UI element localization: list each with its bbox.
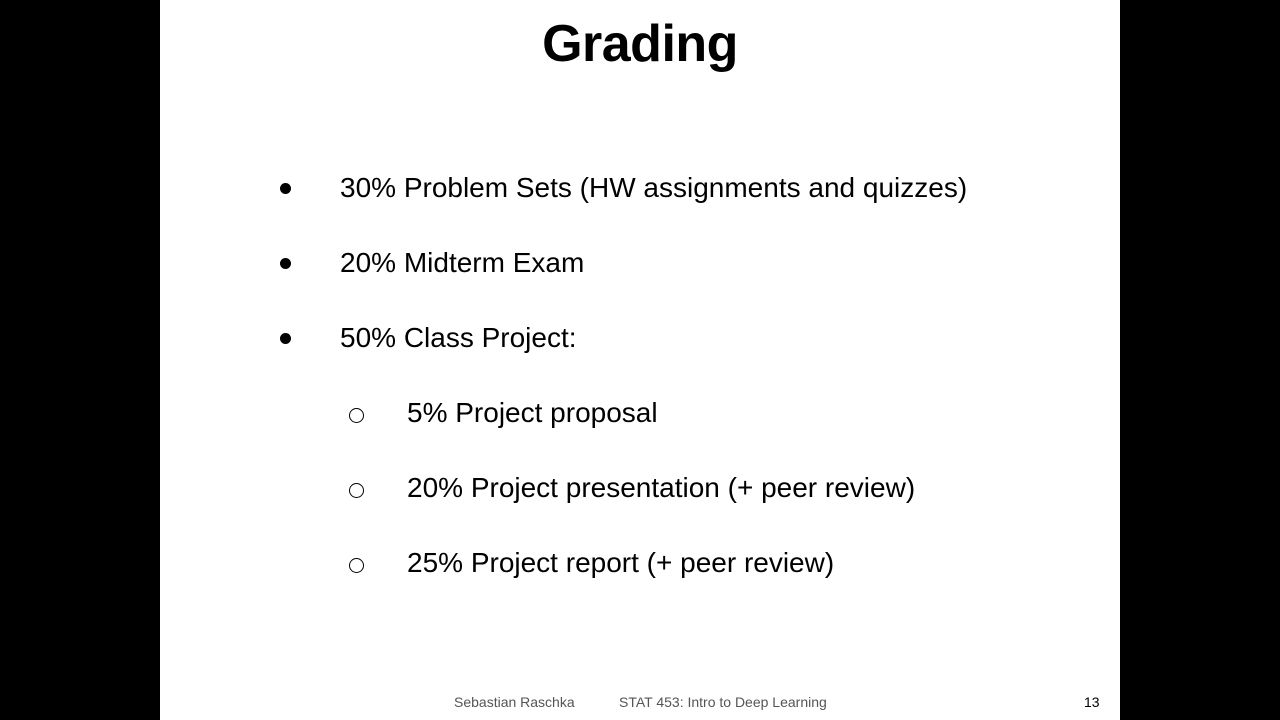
sub-bullet-proposal: 5% Project proposal	[407, 397, 658, 428]
bullet-class-project: 50% Class Project:	[340, 322, 577, 353]
sub-bullet-presentation: 20% Project presentation (+ peer review)	[407, 472, 916, 503]
sub-bullet-report: 25% Project report (+ peer review)	[407, 547, 835, 578]
page-number: 13	[1084, 694, 1100, 710]
bullet-circle-icon	[349, 408, 364, 423]
bullet-problem-sets: 30% Problem Sets (HW assignments and qui…	[340, 172, 968, 203]
slide-title: Grading	[542, 15, 738, 73]
footer-course: STAT 453: Intro to Deep Learning	[619, 694, 827, 710]
footer-author: Sebastian Raschka	[454, 694, 575, 710]
bullet-circle-icon	[349, 483, 364, 498]
bullet-dot-icon	[280, 258, 291, 269]
bullet-dot-icon	[280, 183, 291, 194]
bullet-midterm: 20% Midterm Exam	[340, 247, 585, 278]
bullet-dot-icon	[280, 333, 291, 344]
bullet-circle-icon	[349, 558, 364, 573]
slide: Grading 30% Problem Sets (HW assignments…	[160, 0, 1120, 720]
